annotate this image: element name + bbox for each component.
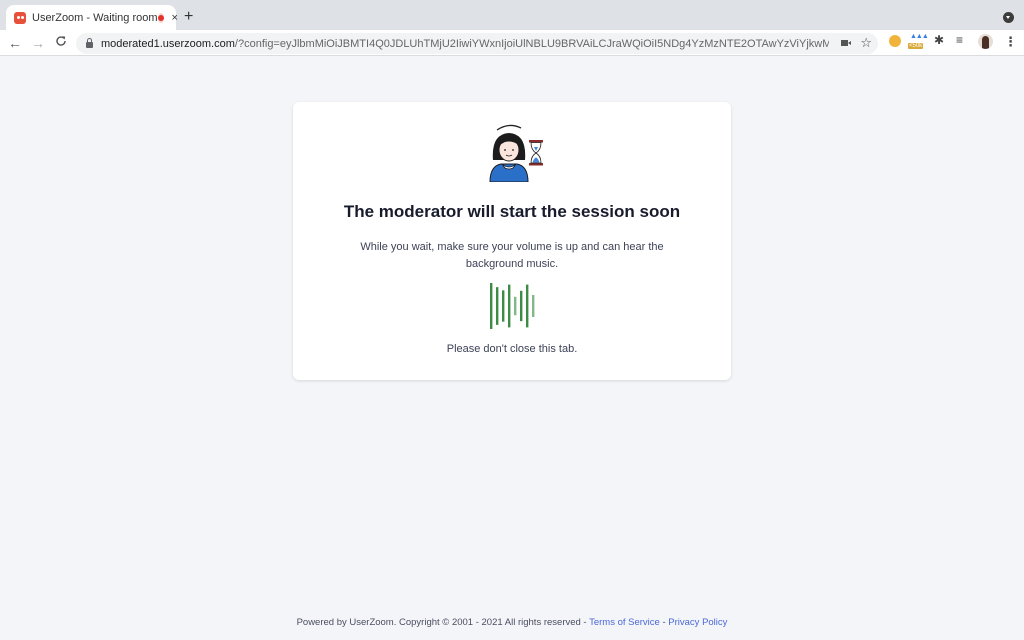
wave-glyph-icon: ▲▲▲ — [910, 33, 929, 40]
extension-badge-count: <50k — [908, 43, 924, 49]
audio-waveform — [490, 283, 535, 329]
url-host: moderated1.userzoom.com — [101, 37, 235, 50]
browser-tab-bar: UserZoom - Waiting room × + — [0, 0, 1024, 30]
privacy-policy-link[interactable]: Privacy Policy — [668, 617, 727, 628]
volume-instructions: While you wait, make sure your volume is… — [360, 241, 664, 270]
terms-of-service-link[interactable]: Terms of Service — [589, 617, 660, 628]
waveform-bar — [502, 290, 505, 322]
tab-title: UserZoom - Waiting room — [32, 11, 158, 24]
wave-extension-icon[interactable]: ▲▲▲ <50k — [907, 32, 929, 52]
waveform-bar — [490, 283, 493, 329]
reload-icon — [56, 36, 66, 46]
recording-indicator-icon — [157, 12, 164, 23]
waveform-bar — [520, 290, 523, 322]
tab-search-icon[interactable] — [1003, 12, 1014, 23]
lock-icon — [86, 38, 93, 48]
profile-avatar[interactable] — [978, 34, 993, 49]
menu-dots-icon[interactable]: ⋮ — [1004, 34, 1017, 50]
camera-icon[interactable] — [841, 40, 851, 46]
userzoom-favicon-icon — [14, 11, 26, 24]
footer: Powered by UserZoom. Copyright © 2001 - … — [0, 617, 1024, 628]
waveform-bar — [532, 294, 535, 318]
media-playlist-icon[interactable]: ≡ — [956, 33, 963, 47]
coin-extension-icon[interactable] — [889, 35, 901, 47]
url-path: /?config=eyJlbmMiOiJBMTI4Q0JDLUhTMjU2Iiw… — [234, 37, 829, 50]
moderator-waiting-illustration-icon — [489, 124, 543, 182]
page-title: The moderator will start the session soo… — [343, 202, 681, 221]
waveform-bar — [496, 287, 499, 325]
new-tab-button[interactable]: + — [184, 8, 193, 26]
waveform-bar — [508, 284, 511, 328]
forward-button[interactable]: → — [29, 34, 47, 52]
tab-close-button[interactable]: × — [172, 12, 178, 24]
reload-button[interactable] — [52, 34, 70, 52]
waveform-bar — [526, 284, 529, 328]
browser-toolbar: ← → moderated1.userzoom.com/?config=eyJl… — [0, 30, 1024, 56]
back-button[interactable]: ← — [6, 34, 24, 52]
browser-tab[interactable]: UserZoom - Waiting room × — [6, 5, 178, 30]
dont-close-tab-note: Please don't close this tab. — [446, 343, 578, 355]
url-text[interactable]: moderated1.userzoom.com/?config=eyJlbmMi… — [101, 38, 829, 50]
puzzle-icon[interactable]: ✱ — [934, 33, 944, 47]
waveform-bar — [514, 296, 517, 316]
waiting-room-card: The moderator will start the session soo… — [293, 102, 731, 380]
footer-separator: - — [659, 617, 669, 628]
copyright-text: Powered by UserZoom. Copyright © 2001 - … — [296, 617, 590, 628]
address-bar[interactable]: moderated1.userzoom.com/?config=eyJlbmMi… — [76, 33, 878, 54]
bookmark-star-icon[interactable]: ☆ — [860, 35, 872, 51]
